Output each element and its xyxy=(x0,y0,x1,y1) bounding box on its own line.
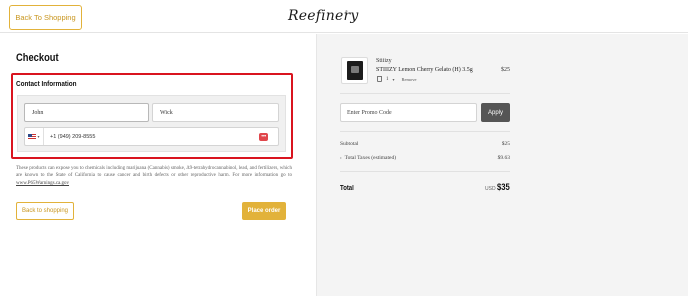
chevron-down-icon: ▾ xyxy=(37,134,40,139)
phone-input[interactable]: ▾ +1 (949) 209-8555 ••• xyxy=(24,127,279,146)
product-image xyxy=(346,61,363,80)
dots-icon[interactable]: ••• xyxy=(259,133,268,141)
top-header: Back To Shopping Reefinery ® xyxy=(0,0,688,33)
country-selector[interactable]: ▾ xyxy=(25,128,44,145)
remove-item-link[interactable]: Remove xyxy=(402,77,417,82)
phone-number-value: +1 (949) 209-8555 xyxy=(50,133,96,140)
logo-trademark: ® xyxy=(345,9,348,14)
contact-section-title: Contact Information xyxy=(16,79,77,88)
total-label: Total xyxy=(340,185,354,192)
taxes-value: $9.63 xyxy=(497,155,510,161)
place-order-button[interactable]: Place order xyxy=(242,202,286,220)
taxes-label: Total Taxes (estimated) xyxy=(344,155,397,161)
subtotal-value: $25 xyxy=(501,141,510,147)
quantity-value[interactable]: 1 xyxy=(386,77,389,82)
product-thumbnail xyxy=(341,57,368,84)
promo-code-input[interactable]: Enter Promo Code xyxy=(340,103,477,122)
product-price: $25 xyxy=(501,67,510,73)
first-name-input[interactable]: John xyxy=(24,103,149,122)
quantity-row: 1 ▾ Remove xyxy=(377,76,417,82)
prop65-disclaimer: These products can expose you to chemica… xyxy=(16,165,292,187)
p65-warnings-link[interactable]: www.P65Warnings.ca.gov xyxy=(16,181,69,186)
disclaimer-text: These products can expose you to chemica… xyxy=(16,166,292,179)
last-name-input[interactable]: Wick xyxy=(152,103,279,122)
product-name: STIIIZY Lemon Cherry Gelato (H) 3.5g xyxy=(376,67,473,73)
taxes-toggle[interactable]: › Total Taxes (estimated) xyxy=(340,155,396,161)
chevron-right-icon: › xyxy=(340,156,342,161)
back-to-shopping-bottom-button[interactable]: Back to shopping xyxy=(16,202,74,220)
apply-promo-button[interactable]: Apply xyxy=(481,103,510,122)
divider xyxy=(340,131,510,132)
trash-icon[interactable] xyxy=(377,76,382,82)
divider xyxy=(340,93,510,94)
product-brand: Stiiizy xyxy=(376,58,392,64)
order-summary-panel xyxy=(316,34,688,296)
subtotal-label: Subtotal xyxy=(340,141,359,147)
divider xyxy=(340,171,510,172)
page-title: Checkout xyxy=(16,52,59,64)
chevron-down-icon[interactable]: ▾ xyxy=(393,77,395,82)
us-flag-icon xyxy=(28,134,37,139)
total-value: $35 xyxy=(497,182,510,192)
back-to-shopping-button[interactable]: Back To Shopping xyxy=(9,5,82,30)
total-currency: USD xyxy=(485,186,496,192)
